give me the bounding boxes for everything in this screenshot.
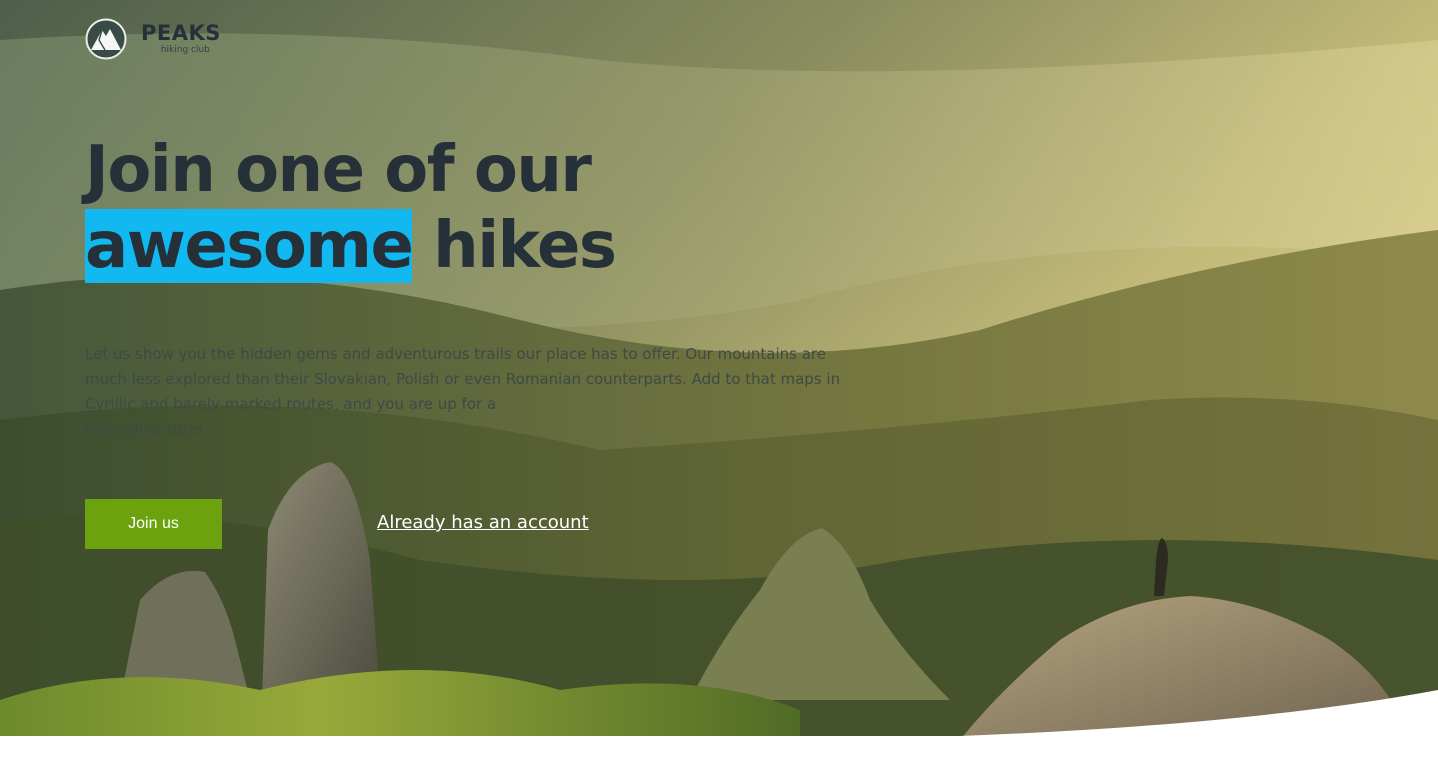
description-line-4: true adventure! [85,420,204,438]
mountain-peak-icon [85,18,127,60]
brand-name: PEAKS [141,21,221,45]
headline-line-1: Join one of our [85,133,592,207]
headline-line-2-rest: hikes [412,209,617,283]
hero-section: PEAKS hiking club Join one of our awesome… [0,0,1438,757]
hero-headline: Join one of our awesome hikes [85,132,617,284]
brand-text: PEAKS hiking club [141,22,221,56]
already-has-account-link[interactable]: Already has an account [377,510,589,536]
description-line-2: much less explored than their Slovakian,… [85,370,841,388]
join-us-button[interactable]: Join us [85,499,222,549]
brand-logo[interactable]: PEAKS hiking club [85,18,221,60]
description-line-3: Cyrillic and barely marked routes, and y… [85,395,497,413]
headline-highlight: awesome [85,209,414,283]
description-line-1: Let us show you the hidden gems and adve… [85,345,826,363]
brand-tagline: hiking club [160,45,210,55]
hero-description: Let us show you the hidden gems and adve… [85,342,845,442]
